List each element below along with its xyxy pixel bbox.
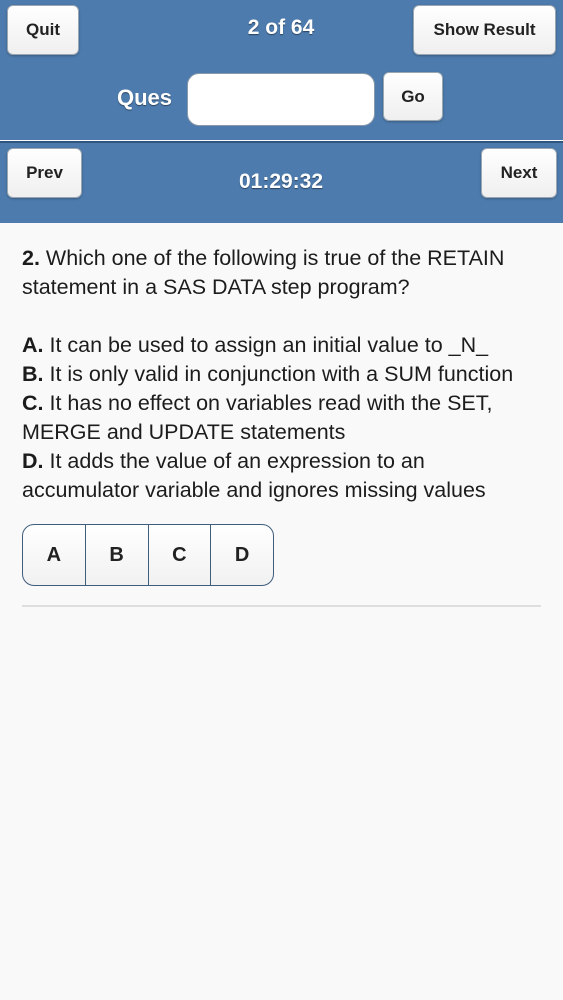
question-number: 2. <box>22 246 40 270</box>
prev-button[interactable]: Prev <box>7 148 82 198</box>
navigation-bar: Prev 01:29:32 Next <box>0 141 563 223</box>
option-text: It is only valid in conjunction with a S… <box>49 362 514 386</box>
question-number-input[interactable] <box>187 73 375 126</box>
question-body: Which one of the following is true of th… <box>22 246 505 299</box>
option-d: D. It adds the value of an expression to… <box>22 447 547 505</box>
option-letter: C. <box>22 391 44 415</box>
top-header: Quit 2 of 64 Show Result Ques Go <box>0 0 563 140</box>
answer-button-group: A B C D <box>22 524 274 586</box>
next-button[interactable]: Next <box>481 148 557 198</box>
quit-button[interactable]: Quit <box>7 5 79 55</box>
ques-label: Ques <box>117 85 173 110</box>
option-text: It can be used to assign an initial valu… <box>49 333 489 357</box>
option-letter: B. <box>22 362 44 386</box>
go-button[interactable]: Go <box>383 72 443 121</box>
option-a: A. It can be used to assign an initial v… <box>22 331 547 360</box>
answer-d-button[interactable]: D <box>211 525 273 585</box>
content-divider <box>22 605 541 607</box>
answer-c-button[interactable]: C <box>149 525 212 585</box>
answer-a-button[interactable]: A <box>23 525 86 585</box>
question-text: 2. Which one of the following is true of… <box>22 244 547 302</box>
option-c: C. It has no effect on variables read wi… <box>22 389 547 447</box>
option-letter: A. <box>22 333 44 357</box>
show-result-button[interactable]: Show Result <box>413 5 556 55</box>
options-list: A. It can be used to assign an initial v… <box>22 331 547 505</box>
option-letter: D. <box>22 449 44 473</box>
option-text: It has no effect on variables read with … <box>22 391 493 444</box>
question-content: 2. Which one of the following is true of… <box>22 244 547 505</box>
answer-b-button[interactable]: B <box>86 525 149 585</box>
option-b: B. It is only valid in conjunction with … <box>22 360 547 389</box>
option-text: It adds the value of an expression to an… <box>22 449 486 502</box>
question-progress: 2 of 64 <box>247 16 315 39</box>
timer: 01:29:32 <box>238 170 324 193</box>
